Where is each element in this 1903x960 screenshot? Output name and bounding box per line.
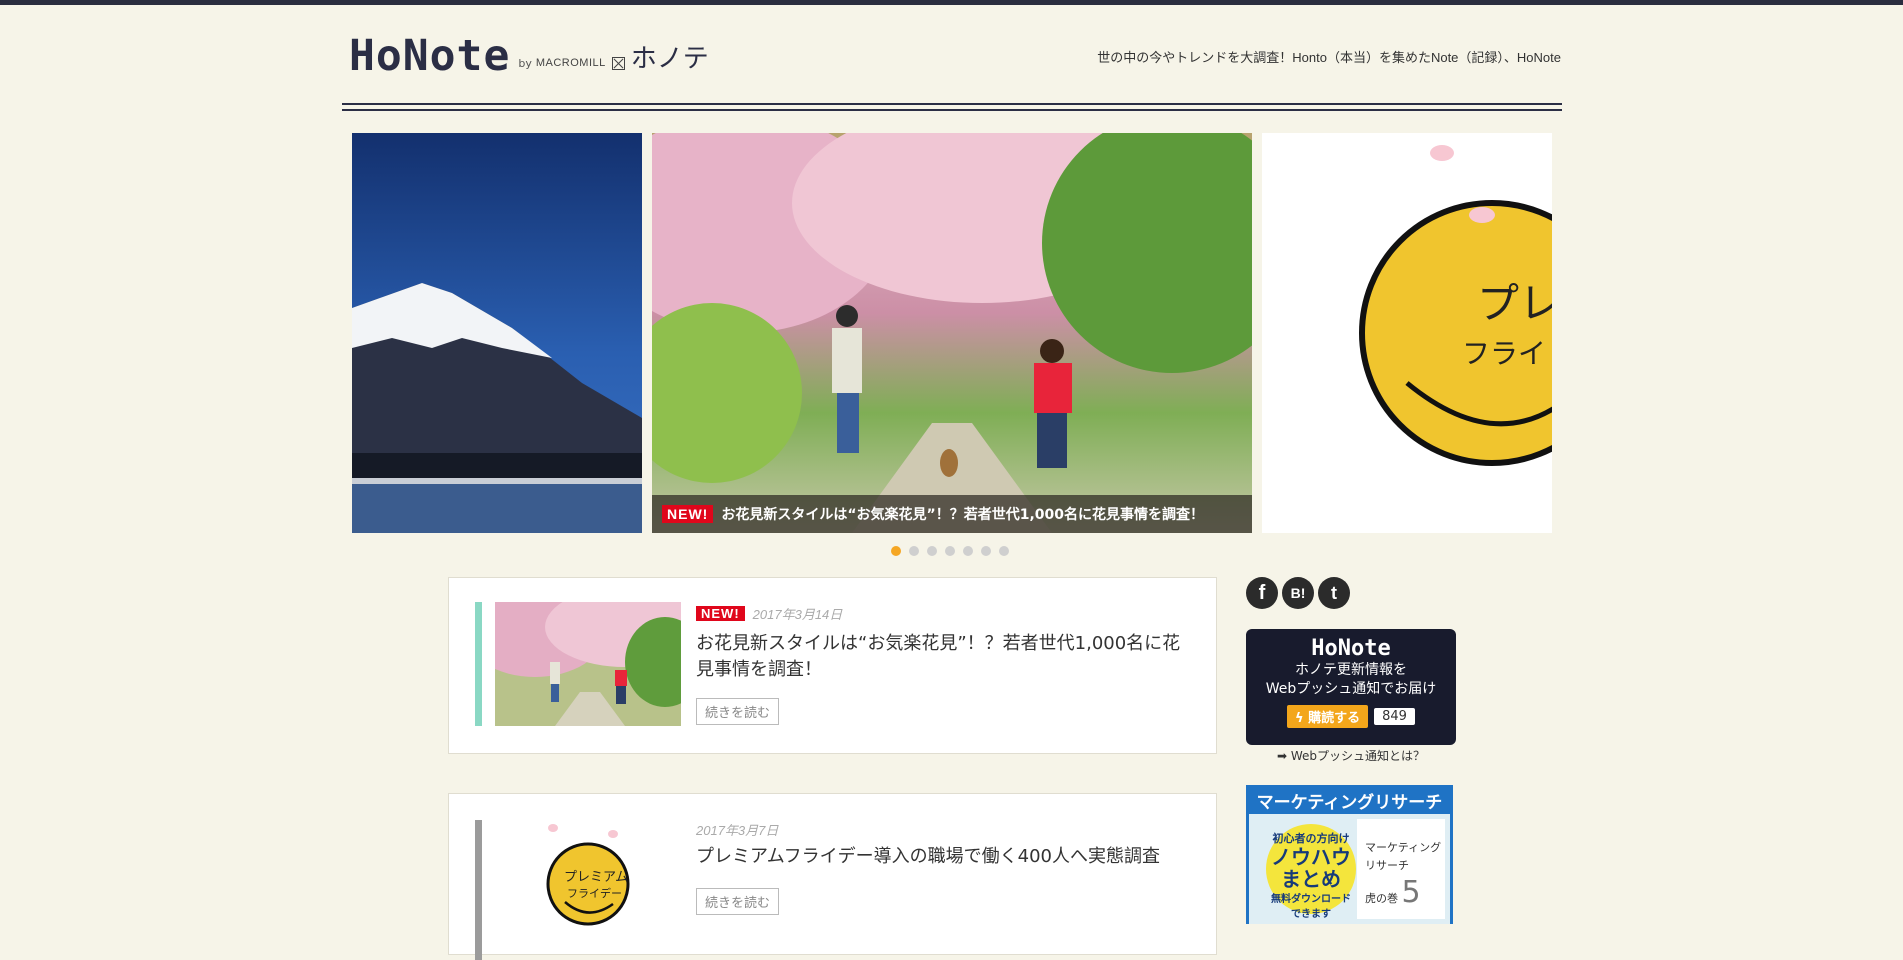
book-title-line1: マーケティング <box>1365 841 1442 854</box>
slider-dot-2[interactable] <box>909 546 919 556</box>
read-more-button[interactable]: 続きを読む <box>696 888 780 915</box>
banner-badge-line4: 無料ダウンロード <box>1271 894 1351 905</box>
lightning-icon: ϟ <box>1295 711 1309 726</box>
logo-kana: ホノテ <box>630 44 709 74</box>
logo-company: MACROMILL <box>535 57 606 69</box>
new-badge: NEW! <box>696 606 745 621</box>
slider-dot-3[interactable] <box>927 546 937 556</box>
premium-friday-text-2: フライ <box>1462 337 1546 370</box>
header-divider-bottom <box>342 109 1562 111</box>
article-thumbnail[interactable] <box>495 602 681 726</box>
slider-dot-4[interactable] <box>945 546 955 556</box>
cherry-blossom-image <box>652 133 1252 533</box>
article-meta: NEW! 2017年3月14日 <box>696 604 842 623</box>
slide-hanami[interactable]: NEW! お花見新スタイルは“お気楽花見”！？若者世代1,000名に花見事情を調… <box>652 133 1252 533</box>
book-title-line3: 虎の巻 <box>1365 892 1398 905</box>
slider-dot-1[interactable] <box>891 546 901 556</box>
article-accent-bar <box>475 602 482 726</box>
article-card[interactable]: プレミアム フライデー 2017年3月7日 プレミアムフライデー導入の職場で働く… <box>448 793 1217 960</box>
facebook-share-icon[interactable]: f <box>1246 577 1278 609</box>
premium-friday-text-1: プレミ <box>1477 279 1552 328</box>
article-card[interactable]: NEW! 2017年3月14日 お花見新スタイルは“お気楽花見”！？若者世代1,… <box>448 577 1217 754</box>
facebook-label: f <box>1258 581 1266 604</box>
slider-dot-5[interactable] <box>963 546 973 556</box>
push-text-line2: Webプッシュ通知でお届け <box>1265 681 1437 697</box>
book-volume: 5 <box>1401 875 1421 910</box>
slider-dot-6[interactable] <box>981 546 991 556</box>
hatena-bookmark-icon[interactable]: B! <box>1282 577 1314 609</box>
thumb-text-2: フライデー <box>567 886 622 900</box>
read-more-button[interactable]: 続きを読む <box>696 698 780 725</box>
twitter-label: t <box>1331 582 1337 603</box>
hatena-label: B! <box>1290 585 1306 601</box>
article-meta: 2017年3月7日 <box>696 820 778 839</box>
banner-badge-line5: できます <box>1291 909 1331 920</box>
push-text-line1: ホノテ更新情報を <box>1295 662 1407 678</box>
premium-friday-logo: プレミ フライ <box>1359 145 1552 466</box>
twitter-share-icon[interactable]: t <box>1318 577 1350 609</box>
article-accent-bar <box>475 820 482 960</box>
slide-caption-text: お花見新スタイルは“お気楽花見”！？若者世代1,000名に花見事情を調査！ <box>721 507 1205 523</box>
slider-dots <box>891 546 1009 556</box>
slider-dot-7[interactable] <box>999 546 1009 556</box>
article-date: 2017年3月7日 <box>696 823 779 838</box>
banner-book-cover: マーケティング リサーチ 虎の巻 5 <box>1357 819 1445 919</box>
site-logo[interactable]: HoNote by MACROMILL ホノテ <box>349 30 709 78</box>
new-badge: NEW! <box>662 505 714 523</box>
header-divider-top <box>342 103 1562 105</box>
mount-fuji-image <box>352 283 642 533</box>
subscriber-count: 849 <box>1374 708 1415 725</box>
logo-text: HoNote <box>349 31 511 81</box>
top-accent-bar <box>0 0 1903 5</box>
web-push-box: HoNote ホノテ更新情報を Webプッシュ通知でお届け ϟ 購読する 849 <box>1246 629 1456 745</box>
marketing-research-banner[interactable]: マーケティングリサーチ 初心者の方向け ノウハウ まとめ 無料ダウンロード でき… <box>1246 785 1453 924</box>
slide-mount-fuji[interactable] <box>352 133 642 533</box>
subscribe-button[interactable]: ϟ 購読する <box>1287 705 1369 728</box>
article-date: 2017年3月14日 <box>752 607 843 622</box>
push-logo: HoNote <box>1311 636 1391 661</box>
logo-cross-icon <box>611 57 625 70</box>
article-thumbnail[interactable]: プレミアム フライデー <box>495 818 681 942</box>
banner-badge-line1: 初心者の方向け <box>1272 832 1350 845</box>
banner-badge-line3: まとめ <box>1281 867 1341 891</box>
book-title-line2: リサーチ <box>1365 859 1409 872</box>
site-tagline: 世の中の今やトレンドを大調査！Honto（本当）を集めたNote（記録）、HoN… <box>1097 50 1561 65</box>
banner-badge: 初心者の方向け ノウハウ まとめ 無料ダウンロード できます <box>1266 824 1356 920</box>
slide-premium-friday[interactable]: プレミ フライ <box>1262 133 1552 533</box>
slide-caption[interactable]: NEW! お花見新スタイルは“お気楽花見”！？若者世代1,000名に花見事情を調… <box>652 495 1252 533</box>
thumb-text-1: プレミアム <box>564 870 628 885</box>
subscribe-label: 購読する <box>1308 711 1361 726</box>
logo-by: by <box>518 57 532 70</box>
web-push-info-link[interactable]: ➡ Webプッシュ通知とは？ <box>1246 747 1456 764</box>
article-title[interactable]: プレミアムフライデー導入の職場で働く400人へ実態調査 <box>696 844 1186 870</box>
banner-heading: マーケティングリサーチ <box>1256 793 1443 813</box>
banner-badge-line2: ノウハウ <box>1271 845 1351 869</box>
article-title[interactable]: お花見新スタイルは“お気楽花見”！？若者世代1,000名に花見事情を調査！ <box>696 631 1186 683</box>
